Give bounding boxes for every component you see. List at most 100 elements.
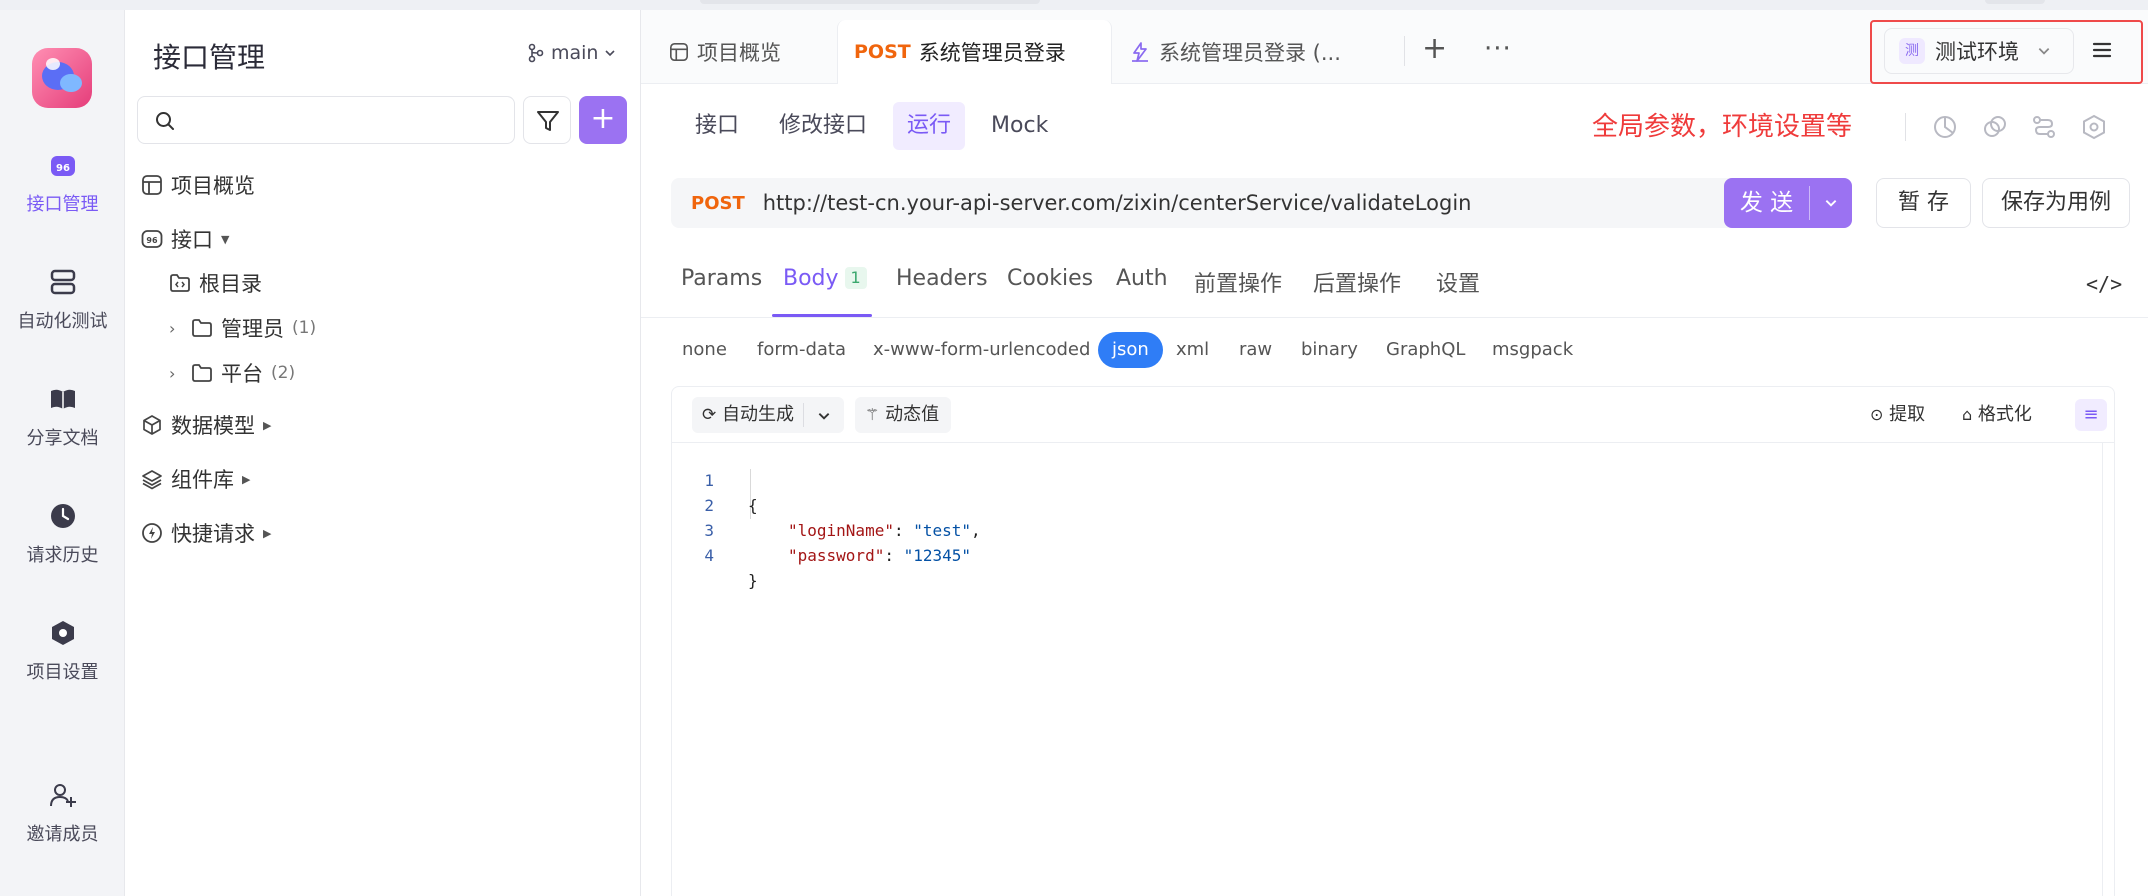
subtab-mock[interactable]: Mock — [977, 102, 1062, 150]
tab-admin-login[interactable]: POST 系统管理员登录 — [837, 20, 1112, 84]
body-type-binary[interactable]: binary — [1301, 332, 1358, 368]
filter-button[interactable] — [523, 96, 571, 144]
tree-item-components[interactable]: 组件库 ▶ — [141, 464, 250, 494]
menu-icon[interactable] — [2088, 37, 2116, 63]
format-button[interactable]: ⌂ 格式化 — [1962, 397, 2032, 433]
api-mode-tabs: 接口 修改接口 运行 Mock — [681, 102, 1062, 150]
tree-folder-platform[interactable]: › 平台 (2) — [169, 358, 295, 388]
tab-headers[interactable]: Headers — [896, 266, 988, 291]
git-branch-icon — [528, 43, 544, 63]
top-strip — [0, 0, 2148, 10]
top-tab-sliver — [1985, 0, 2045, 4]
folder-name: 管理员 — [221, 317, 284, 341]
svg-text:96: 96 — [56, 163, 70, 174]
editor-scrollbar[interactable] — [2102, 443, 2114, 896]
code-area[interactable]: 1 { 2 "loginName": "test", 3 "password":… — [672, 443, 2114, 896]
subtab-run[interactable]: 运行 — [893, 102, 966, 150]
word-wrap-icon[interactable]: ≡ — [2075, 399, 2107, 431]
folder-code-icon — [170, 274, 190, 292]
save-as-case-button[interactable]: 保存为用例 — [1982, 178, 2130, 228]
more-tabs-button[interactable]: ··· — [1484, 34, 1512, 64]
body-type-json[interactable]: json — [1098, 332, 1163, 368]
tree-item-data-models[interactable]: 数据模型 ▶ — [141, 410, 271, 440]
code-view-icon[interactable]: </> — [2086, 272, 2122, 296]
settings-hexagon-icon[interactable] — [2080, 113, 2108, 141]
tab-auth[interactable]: Auth — [1116, 266, 1168, 291]
clock-icon — [50, 504, 75, 528]
rail-item-label: 接口管理 — [26, 194, 99, 215]
new-tab-button[interactable]: + — [1422, 34, 1447, 64]
rail-item-automation-test[interactable]: 自动化测试 — [0, 267, 125, 363]
server-stack-icon — [50, 269, 75, 295]
tree-item-overview[interactable]: 项目概览 — [141, 170, 255, 200]
send-button-group: 发 送 — [1724, 178, 1852, 228]
environment-selector[interactable]: 测 测试环境 — [1884, 28, 2074, 74]
editor-toolbar: ⟳ 自动生成 ⚚ 动态值 ⊙ 提取 ⌂ 格式化 ≡ — [672, 387, 2114, 443]
rail-item-invite-members[interactable]: 邀请成员 — [0, 780, 125, 876]
send-options-button[interactable] — [1810, 178, 1852, 228]
chevron-right-icon: › — [169, 318, 176, 338]
tab-settings[interactable]: 设置 — [1436, 266, 1480, 298]
tab-admin-login-case[interactable]: 系统管理员登录 (... — [1129, 20, 1341, 84]
code-line: 1 { — [672, 443, 757, 515]
book-icon — [50, 389, 75, 409]
tree-item-label: 接口 — [171, 228, 213, 252]
extract-button[interactable]: ⊙ 提取 — [1870, 397, 1925, 433]
code-text: "loginName": "test", — [788, 521, 981, 540]
annotation-text: 全局参数，环境设置等 — [1592, 112, 1853, 142]
rail-item-api-management[interactable]: 96 接口管理 — [0, 150, 125, 246]
auto-generate-button[interactable]: ⟳ 自动生成 — [692, 397, 844, 433]
app-rail: 96 接口管理 自动化测试 分享文档 请求历史 项目设置 邀请成员 — [0, 10, 125, 896]
branch-selector[interactable]: main — [527, 42, 616, 64]
body-type-none[interactable]: none — [682, 332, 727, 368]
tab-cookies[interactable]: Cookies — [1007, 266, 1093, 291]
body-type-raw[interactable]: raw — [1239, 332, 1272, 368]
subtab-edit-api[interactable]: 修改接口 — [765, 102, 881, 150]
method-badge[interactable]: POST — [691, 193, 745, 214]
dynamic-value-button[interactable]: ⚚ 动态值 — [855, 397, 952, 433]
user-plus-icon — [49, 784, 76, 807]
api-search-box[interactable] — [137, 96, 515, 144]
pie-chart-icon[interactable] — [1931, 113, 1959, 141]
count-badge: 1 — [844, 267, 867, 289]
api-tree-panel: 接口管理 main + 项目概览 96 接口 ▼ 根目录 › 管理员 (1) ›… — [125, 10, 641, 896]
url-bar[interactable]: POST http://test-cn.your-api-server.com/… — [671, 178, 1741, 228]
cube-icon — [143, 415, 161, 435]
rail-item-share-docs[interactable]: 分享文档 — [0, 384, 125, 480]
send-button[interactable]: 发 送 — [1724, 178, 1809, 228]
tree-folder-admin[interactable]: › 管理员 (1) — [169, 313, 316, 343]
search-icon — [156, 112, 174, 130]
tree-item-root[interactable]: 根目录 — [169, 268, 262, 298]
rail-item-request-history[interactable]: 请求历史 — [0, 501, 125, 597]
json-key: "loginName" — [788, 521, 894, 540]
tab-params[interactable]: Params — [681, 266, 762, 291]
caret-down-icon: ▼ — [221, 232, 230, 246]
tree-item-apis[interactable]: 96 接口 ▼ — [141, 224, 229, 254]
subtab-api[interactable]: 接口 — [681, 102, 753, 150]
chevron-down-icon — [2038, 48, 2050, 55]
rail-item-project-settings[interactable]: 项目设置 — [0, 618, 125, 714]
tab-body[interactable]: Body 1 — [783, 266, 867, 291]
add-api-button[interactable]: + — [579, 96, 627, 144]
active-tab-indicator — [772, 314, 872, 317]
copy-icon[interactable] — [1981, 113, 2009, 141]
code-line: 2 "loginName": "test", — [672, 468, 980, 540]
body-type-xml[interactable]: xml — [1176, 332, 1209, 368]
line-number: 4 — [704, 546, 714, 565]
flow-icon[interactable] — [2030, 113, 2058, 141]
tab-project-overview[interactable]: 项目概览 — [669, 20, 781, 84]
search-input[interactable] — [188, 105, 498, 135]
tree-item-quick-requests[interactable]: 快捷请求 ▶ — [141, 518, 271, 548]
tab-pre-operations[interactable]: 前置操作 — [1194, 266, 1282, 298]
body-type-msgpack[interactable]: msgpack — [1492, 332, 1573, 368]
body-type-urlencoded[interactable]: x-www-form-urlencoded — [873, 332, 1090, 368]
body-type-graphql[interactable]: GraphQL — [1386, 332, 1465, 368]
caret-right-icon: ▶ — [263, 418, 272, 432]
url-input[interactable]: http://test-cn.your-api-server.com/zixin… — [763, 191, 1472, 215]
body-type-form-data[interactable]: form-data — [757, 332, 846, 368]
save-temp-button[interactable]: 暂 存 — [1876, 178, 1971, 228]
lightning-icon — [142, 523, 162, 543]
magic-wand-icon: ⚚ — [865, 405, 880, 424]
button-label: 动态值 — [885, 404, 940, 425]
tab-post-operations[interactable]: 后置操作 — [1313, 266, 1401, 298]
